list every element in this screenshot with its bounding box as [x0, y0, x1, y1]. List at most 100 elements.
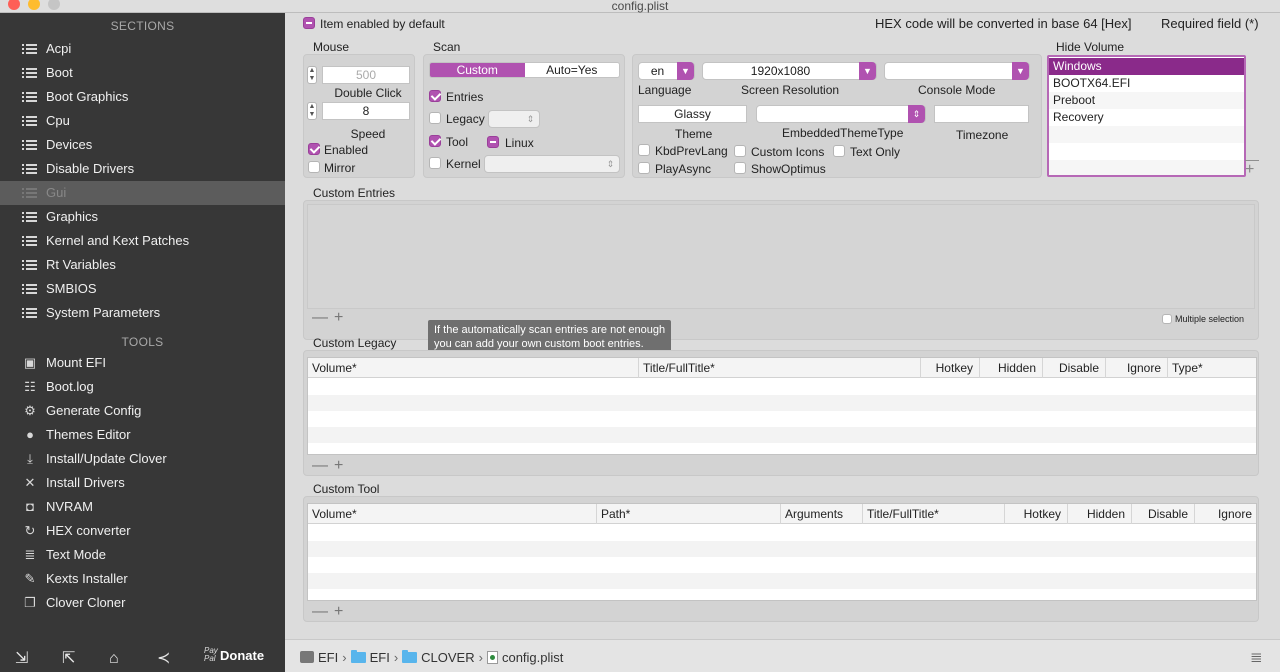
multiple-selection-label: Multiple selection [1175, 314, 1245, 324]
play-async-checkbox[interactable] [638, 162, 650, 174]
breadcrumb: EFI › EFI › CLOVER › config.plist [300, 650, 563, 665]
breadcrumb-item[interactable]: config.plist [486, 650, 563, 665]
custom-legacy-table[interactable]: Volume* Title/FullTitle* Hotkey Hidden D… [307, 357, 1257, 455]
timezone-field[interactable] [934, 105, 1029, 123]
tool-hex-converter[interactable]: ↻ HEX converter [0, 519, 285, 543]
column-header[interactable]: Ignore [1105, 358, 1167, 378]
column-header[interactable]: Ignore [1194, 504, 1258, 524]
double-click-stepper[interactable]: ▲ ▼ [307, 66, 317, 84]
double-click-field[interactable]: 500 [322, 66, 410, 84]
scan-group: Custom Auto=Yes Entries Legacy ⇕ Tool Li… [423, 54, 625, 178]
scan-tool-checkbox[interactable] [429, 135, 441, 147]
scan-auto-segment[interactable]: Auto=Yes [524, 63, 619, 77]
tool-install-update-clover[interactable]: ⤓ Install/Update Clover [0, 447, 285, 471]
column-header[interactable]: Title/FullTitle* [862, 504, 1004, 524]
speed-stepper[interactable]: ▲ ▼ [307, 102, 317, 120]
column-header[interactable]: Type* [1167, 358, 1258, 378]
hide-volume-item[interactable]: Recovery [1049, 109, 1244, 126]
sidebar-item-gui[interactable]: Gui [0, 181, 285, 205]
sidebar-item-acpi[interactable]: Acpi [0, 37, 285, 61]
hide-volume-list[interactable]: Windows BOOTX64.EFI Preboot Recovery [1047, 55, 1246, 177]
tool-install-drivers[interactable]: ✕ Install Drivers [0, 471, 285, 495]
scan-legacy-checkbox[interactable] [429, 112, 441, 124]
screen-resolution-select[interactable]: 1920x1080 ▼ [702, 62, 877, 80]
refresh-icon: ↻ [24, 523, 36, 538]
custom-legacy-add-remove[interactable]: —+ [312, 457, 349, 475]
custom-icons-checkbox[interactable] [734, 145, 746, 157]
donate-button[interactable]: Pay Pal Donate [204, 647, 264, 663]
column-header[interactable]: Volume* [308, 358, 638, 378]
share-icon[interactable]: ≺ [157, 649, 170, 669]
speed-label: Speed [350, 127, 386, 141]
language-select[interactable]: en ▼ [638, 62, 695, 80]
scan-kernel-checkbox[interactable] [429, 157, 441, 169]
table-row [308, 395, 1256, 411]
column-header[interactable]: Arguments [780, 504, 862, 524]
tool-clover-cloner[interactable]: ❐ Clover Cloner [0, 591, 285, 615]
breadcrumb-item[interactable]: EFI [350, 650, 390, 665]
tool-kexts-installer[interactable]: ✎ Kexts Installer [0, 567, 285, 591]
breadcrumb-item[interactable]: EFI [300, 650, 338, 665]
sidebar-item-devices[interactable]: Devices [0, 133, 285, 157]
sidebar-item-disable-drivers[interactable]: Disable Drivers [0, 157, 285, 181]
sidebar-item-boot[interactable]: Boot [0, 61, 285, 85]
sidebar-item-cpu[interactable]: Cpu [0, 109, 285, 133]
menu-lines-icon[interactable]: ≣ [1250, 648, 1263, 666]
plist-file-icon [486, 651, 498, 664]
column-header[interactable]: Disable [1131, 504, 1194, 524]
sidebar-item-smbios[interactable]: SMBIOS [0, 277, 285, 301]
hide-volume-item[interactable]: Preboot [1049, 92, 1244, 109]
multiple-selection-checkbox[interactable] [1162, 314, 1172, 324]
tool-mount-efi[interactable]: ▣ Mount EFI [0, 351, 285, 375]
export-icon[interactable]: ⇱ [62, 649, 75, 669]
embedded-theme-select[interactable]: ⇕ [756, 105, 926, 123]
console-mode-select[interactable]: ▼ [884, 62, 1030, 80]
text-only-checkbox[interactable] [833, 145, 845, 157]
column-header[interactable]: Volume* [308, 504, 596, 524]
scan-mode-segmented[interactable]: Custom Auto=Yes [429, 62, 620, 78]
scan-custom-segment[interactable]: Custom [430, 63, 525, 77]
sidebar-item-rt-variables[interactable]: Rt Variables [0, 253, 285, 277]
hide-volume-add-icon[interactable]: + [1245, 161, 1254, 179]
sidebar-item-graphics[interactable]: Graphics [0, 205, 285, 229]
custom-tool-table[interactable]: Volume* Path* Arguments Title/FullTitle*… [307, 503, 1257, 601]
custom-entries-list[interactable] [307, 204, 1255, 309]
kbd-prev-lang-checkbox[interactable] [638, 144, 650, 156]
tool-generate-config[interactable]: ⚙ Generate Config [0, 399, 285, 423]
mouse-enabled-checkbox[interactable] [308, 143, 320, 155]
column-header[interactable]: Path* [596, 504, 780, 524]
show-optimus-checkbox[interactable] [734, 162, 746, 174]
hide-volume-item[interactable]: BOOTX64.EFI [1049, 75, 1244, 92]
tools-icon: ✕ [24, 475, 36, 490]
scan-legacy-select[interactable]: ⇕ [488, 110, 540, 128]
column-header[interactable]: Disable [1042, 358, 1105, 378]
tool-text-mode[interactable]: ≣ Text Mode [0, 543, 285, 567]
sidebar-item-boot-graphics[interactable]: Boot Graphics [0, 85, 285, 109]
scan-kernel-select[interactable]: ⇕ [484, 155, 620, 173]
sidebar-item-kernel-kext-patches[interactable]: Kernel and Kext Patches [0, 229, 285, 253]
custom-tool-add-remove[interactable]: —+ [312, 603, 349, 621]
mouse-mirror-checkbox[interactable] [308, 161, 320, 173]
mouse-mirror-label: Mirror [324, 161, 356, 175]
column-header[interactable]: Hidden [979, 358, 1042, 378]
column-header[interactable]: Title/FullTitle* [638, 358, 920, 378]
tool-themes-editor[interactable]: ● Themes Editor [0, 423, 285, 447]
column-header[interactable]: Hotkey [920, 358, 979, 378]
home-icon[interactable]: ⌂ [109, 649, 119, 669]
tool-nvram[interactable]: ◘ NVRAM [0, 495, 285, 519]
chevron-down-icon: ▼ [677, 62, 694, 80]
sidebar-item-system-parameters[interactable]: System Parameters [0, 301, 285, 325]
scan-entries-checkbox[interactable] [429, 90, 441, 102]
item-enabled-checkbox[interactable] [303, 17, 315, 29]
scan-linux-checkbox[interactable] [487, 136, 499, 148]
hide-volume-item[interactable]: Windows [1049, 58, 1244, 75]
palette-icon: ● [26, 427, 34, 442]
column-header[interactable]: Hidden [1067, 504, 1131, 524]
import-icon[interactable]: ⇲ [15, 649, 28, 669]
column-header[interactable]: Hotkey [1004, 504, 1067, 524]
breadcrumb-item[interactable]: CLOVER [402, 650, 475, 665]
custom-entries-add-remove[interactable]: —+ [312, 309, 349, 327]
tool-boot-log[interactable]: ☷ Boot.log [0, 375, 285, 399]
speed-field[interactable]: 8 [322, 102, 410, 120]
theme-field[interactable]: Glassy [638, 105, 747, 123]
